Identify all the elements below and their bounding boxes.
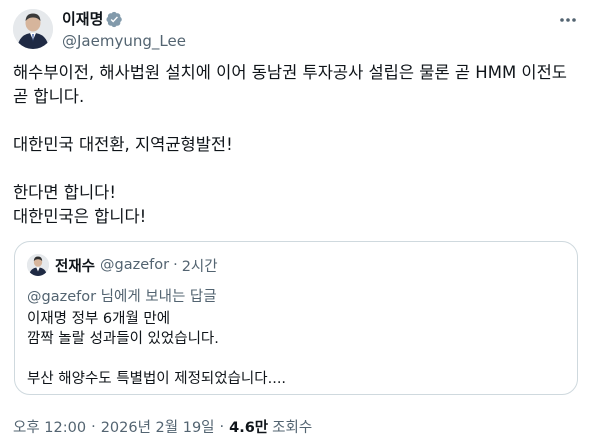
meta-separator: · <box>219 418 225 435</box>
tweet-line: 해수부이전, 해사법원 설치에 이어 동남권 투자공사 설립은 물론 곧 HMM… <box>13 63 567 82</box>
quote-author-avatar[interactable] <box>27 254 49 276</box>
quote-reply-context: @gazefor 님에게 보내는 답글 <box>27 287 567 307</box>
tweet-line: 한다면 합니다! <box>13 183 116 202</box>
reply-suffix: 님에게 보내는 답글 <box>96 289 217 305</box>
tweet-meta: 오후 12:00 · 2026년 2월 19일 · 4.6만 조회수 <box>13 416 312 437</box>
quoted-tweet-card[interactable]: 전재수 @gazefor · 2시간 @gazefor 님에게 보내는 답글 이… <box>14 241 578 395</box>
more-options-icon[interactable] <box>558 11 578 29</box>
quote-line: 부산 해양수도 특별법이 제정되었습니다.... <box>27 371 287 387</box>
quote-header: 전재수 @gazefor · 2시간 <box>27 254 218 276</box>
quote-author-name[interactable]: 전재수 <box>55 255 95 276</box>
views-label: 조회수 <box>272 420 313 436</box>
tweet-text: 해수부이전, 해사법원 설치에 이어 동남권 투자공사 설립은 물론 곧 HMM… <box>13 61 579 229</box>
tweet-line: 곧 합니다. <box>13 87 85 106</box>
quote-author-handle[interactable]: @gazefor <box>100 257 169 273</box>
tweet-line: 대한민국 대전환, 지역균형발전! <box>13 135 233 154</box>
tweet-line: 대한민국은 합니다! <box>13 207 147 226</box>
author-handle[interactable]: @Jaemyung_Lee <box>62 31 186 51</box>
reply-mention[interactable]: @gazefor <box>27 289 96 305</box>
quote-line: 깜짝 놀랄 성과들이 있었습니다. <box>27 331 219 347</box>
tweet-date[interactable]: 2026년 2월 19일 <box>101 416 215 437</box>
author-avatar[interactable] <box>13 9 53 49</box>
quote-separator: · <box>173 257 178 273</box>
quote-timestamp[interactable]: 2시간 <box>182 255 218 276</box>
author-name[interactable]: 이재명 <box>62 9 103 29</box>
verified-badge-icon <box>106 11 123 28</box>
quote-line: 이재명 정부 6개월 만에 <box>27 311 171 327</box>
meta-separator: · <box>91 418 96 435</box>
tweet-header: 이재명 @Jaemyung_Lee <box>13 9 578 51</box>
views-count: 4.6만 <box>229 420 269 436</box>
tweet-time[interactable]: 오후 12:00 <box>13 416 86 437</box>
quote-body: @gazefor 님에게 보내는 답글 이재명 정부 6개월 만에 깜짝 놀랄 … <box>27 287 567 389</box>
